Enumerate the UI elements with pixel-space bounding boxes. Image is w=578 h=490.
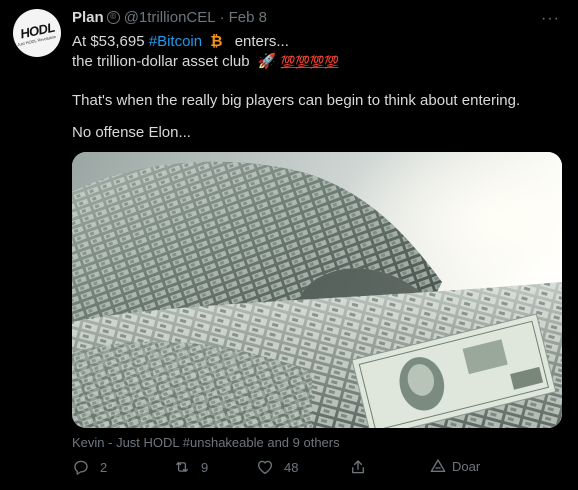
tweet-paragraph-3: No offense Elon... [72, 124, 191, 141]
reply-button[interactable]: 2 [72, 458, 107, 476]
reply-icon [74, 460, 88, 475]
tweet-line-2: the trillion-dollar asset club 🚀 💯💯💯💯 [72, 52, 562, 72]
bitcoin-icon: ₿ [210, 33, 223, 50]
reply-count: 2 [100, 459, 108, 475]
donate-button[interactable]: Doar [430, 458, 480, 474]
rocket-icon: 🚀 [257, 53, 277, 70]
separator: · [219, 9, 225, 26]
tweet-text: At $53,695 #Bitcoin ₿ enters... the tril… [72, 32, 562, 72]
like-count: 48 [284, 459, 299, 475]
donate-label: Doar [452, 458, 481, 474]
tweet-paragraph-2: That's when the really big players can b… [72, 92, 521, 109]
line1-suffix: enters... [234, 33, 289, 50]
donate-icon [430, 459, 446, 472]
tweet-image[interactable] [72, 152, 562, 428]
media-caption[interactable]: Kevin - Just HODL #unshakeable and 9 oth… [72, 435, 340, 450]
retweet-count: 9 [201, 459, 209, 475]
share-icon [352, 460, 364, 474]
share-button[interactable] [349, 458, 377, 476]
retweet-button[interactable]: 9 [173, 458, 208, 476]
retweet-icon [176, 461, 188, 473]
tweet-line-1: At $53,695 #Bitcoin ₿ enters... [72, 32, 562, 52]
avatar[interactable]: HODL Just HODL Revolution [13, 9, 61, 57]
badge-icon: © [106, 11, 120, 24]
money-wave-image [72, 152, 562, 428]
like-button[interactable]: 48 [256, 458, 298, 476]
author-name[interactable]: Plan [72, 9, 104, 26]
hashtag-bitcoin[interactable]: #Bitcoin [149, 33, 202, 50]
tweet-header: Plan © @1trillionCEL · Feb 8 [72, 9, 267, 26]
tweet-date[interactable]: Feb 8 [229, 9, 267, 26]
line1-prefix: At $53,695 [72, 33, 145, 50]
author-handle[interactable]: @1trillionCEL [124, 9, 216, 26]
hundred-points-icon: 💯💯💯💯 [280, 55, 339, 69]
like-icon [257, 460, 273, 475]
tweet-actions: 2 9 48 Doar [72, 458, 562, 482]
more-icon[interactable]: ··· [541, 10, 560, 28]
line2-text: the trillion-dollar asset club [72, 53, 250, 70]
